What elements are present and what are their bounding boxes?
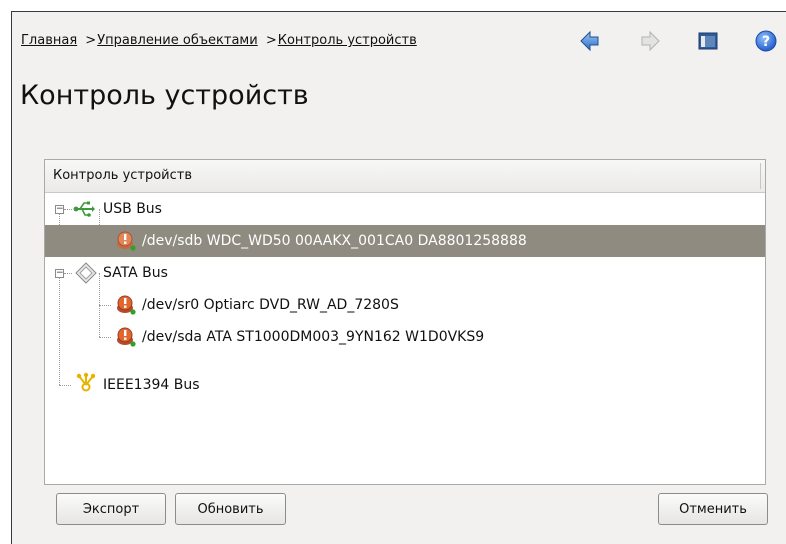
- sata-bus-icon: [75, 262, 97, 284]
- hard-drive-icon: [117, 327, 136, 347]
- breadcrumb-separator: >: [265, 33, 277, 48]
- collapse-toggle[interactable]: −: [55, 205, 64, 214]
- hard-drive-icon: [117, 231, 136, 251]
- breadcrumb-objects-link[interactable]: Управление объектами: [97, 33, 258, 48]
- window-icon: [698, 32, 718, 50]
- tree-item-sata-bus[interactable]: − SATA Bus: [45, 257, 765, 289]
- tree-item-usb-bus[interactable]: − USB Bus: [45, 193, 765, 225]
- usb-icon: [73, 201, 95, 217]
- tree-item-label: SATA Bus: [103, 265, 168, 281]
- tree-column-header-label: Контроль устройств: [53, 168, 193, 183]
- tree-column-header[interactable]: Контроль устройств: [45, 160, 765, 193]
- window-button[interactable]: [696, 29, 720, 53]
- cancel-button[interactable]: Отменить: [658, 493, 768, 525]
- tree-item-ieee1394-bus[interactable]: IEEE1394 Bus: [45, 369, 765, 401]
- tree-item-label: /dev/sda ATA ST1000DM003_9YN162 W1D0VKS9: [142, 329, 485, 345]
- column-resize-handle[interactable]: [760, 163, 761, 189]
- tree-item-device-sr0[interactable]: /dev/sr0 Optiarc DVD_RW_AD_7280S: [45, 289, 765, 321]
- optical-drive-icon: [117, 295, 136, 315]
- tree-item-label: /dev/sdb WDC_WD50 00AAKX_001CA0 DA880125…: [142, 233, 527, 249]
- device-tree-panel: Контроль устройств − USB Bus /dev/sdb WD…: [44, 159, 766, 485]
- firewire-icon: [76, 372, 96, 392]
- breadcrumb: Главная >Управление объектами >Контроль …: [21, 33, 417, 48]
- breadcrumb-current-link[interactable]: Контроль устройств: [278, 33, 417, 48]
- breadcrumb-home-link[interactable]: Главная: [21, 33, 77, 48]
- arrow-right-icon: [641, 30, 660, 52]
- tree-item-device-sda[interactable]: /dev/sda ATA ST1000DM003_9YN162 W1D0VKS9: [45, 321, 765, 353]
- refresh-button[interactable]: Обновить: [175, 493, 286, 525]
- help-button[interactable]: ?: [754, 29, 778, 53]
- export-button[interactable]: Экспорт: [56, 493, 166, 525]
- tree-item-label: USB Bus: [103, 201, 162, 217]
- arrow-left-icon: [580, 30, 599, 52]
- collapse-toggle[interactable]: −: [55, 269, 64, 278]
- tree-item-label: /dev/sr0 Optiarc DVD_RW_AD_7280S: [142, 297, 399, 313]
- tree-connector: [64, 209, 72, 210]
- tree-item-label: IEEE1394 Bus: [103, 377, 200, 393]
- back-button[interactable]: [578, 29, 602, 53]
- page-title: Контроль устройств: [20, 80, 309, 111]
- forward-button[interactable]: [638, 29, 662, 53]
- help-icon: ?: [755, 30, 777, 52]
- svg-text:?: ?: [762, 34, 770, 50]
- tree-item-device-sdb[interactable]: /dev/sdb WDC_WD50 00AAKX_001CA0 DA880125…: [45, 225, 765, 257]
- breadcrumb-separator: >: [85, 33, 97, 48]
- tree-connector: [64, 273, 72, 274]
